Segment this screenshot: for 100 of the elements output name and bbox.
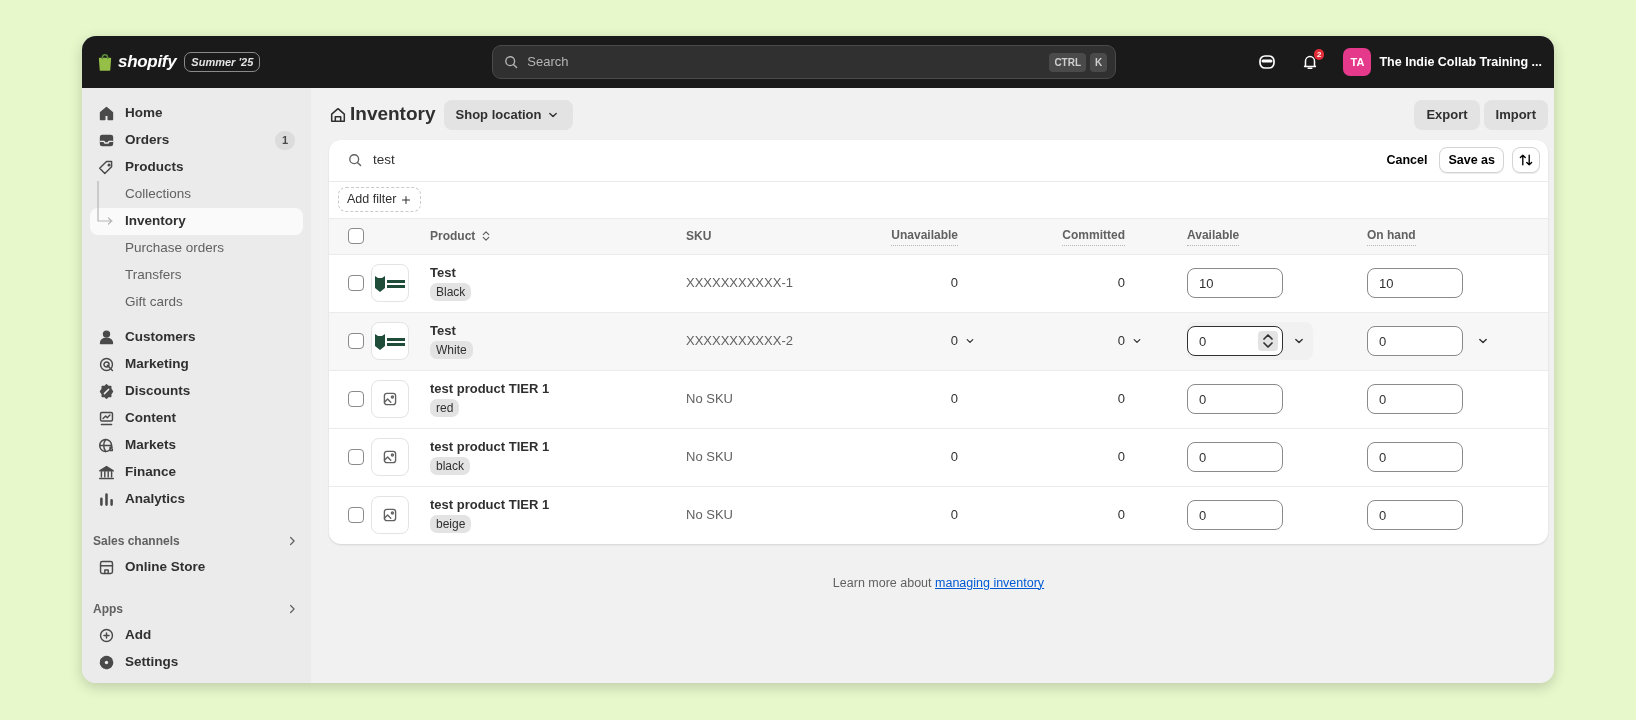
quantity-text: 0 [1117, 449, 1125, 465]
quantity-text: 0 [1117, 275, 1125, 291]
stepper-icon[interactable] [1258, 330, 1278, 352]
column-header: Committed [1062, 226, 1125, 246]
quantity-input[interactable]: 0 [1187, 500, 1283, 530]
sidebar-item[interactable]: Content [90, 405, 303, 432]
inbox-icon [98, 132, 115, 149]
quantity-text: 0 [1117, 333, 1125, 349]
sidebar-item[interactable]: Collections [125, 181, 303, 208]
quantity-input[interactable]: 10 [1367, 268, 1463, 298]
product-name: test product TIER 1 [430, 438, 551, 457]
add-filter-button[interactable]: Add filter [338, 187, 422, 212]
quantity-text: 0 [950, 507, 958, 523]
quantity-text: 0 [950, 391, 958, 407]
sku-text: XXXXXXXXXXX-1 [686, 274, 794, 293]
search-input[interactable]: Search [525, 51, 1046, 73]
page-title: Inventory [350, 103, 436, 127]
footer-note: Learn more about managing inventory [831, 574, 1046, 592]
variant-tag: red [430, 399, 460, 418]
bar-chart-icon [98, 491, 115, 508]
quantity-input[interactable]: 0 [1367, 442, 1463, 472]
person-icon [98, 329, 115, 346]
column-header[interactable]: Product [430, 227, 476, 245]
sku-text: No SKU [686, 506, 734, 525]
product-name: test product TIER 1 [430, 496, 551, 515]
globe-dollar-icon [98, 437, 115, 454]
tag-icon [98, 159, 115, 176]
variant-tag: black [430, 457, 470, 476]
product-name: Test [430, 322, 457, 341]
quantity-input[interactable]: 10 [1187, 268, 1283, 298]
sidebar-item[interactable]: Customers [90, 324, 303, 351]
variant-tag: White [430, 341, 473, 360]
sidebar-item[interactable]: Gift cards [125, 289, 303, 316]
sku-text: XXXXXXXXXXX-2 [686, 332, 794, 351]
sidebar-item[interactable]: Purchase orders [125, 235, 303, 262]
location-button[interactable]: Shop location [443, 100, 574, 130]
column-header: SKU [686, 228, 712, 245]
sidebar-item[interactable]: Finance [90, 459, 303, 486]
store-name[interactable]: The Indie Collab Training ... [1379, 52, 1542, 72]
action-button[interactable]: Export [1414, 100, 1480, 130]
target-icon [98, 356, 115, 373]
row-checkbox[interactable] [348, 275, 364, 291]
quantity-input[interactable]: 0 [1367, 326, 1463, 356]
quantity-text: 0 [950, 333, 958, 349]
quantity-input[interactable]: 0 [1187, 442, 1283, 472]
search-icon [347, 152, 363, 168]
search-bar[interactable]: Search CTRL K [492, 45, 1117, 79]
select-all-checkbox[interactable] [348, 228, 364, 244]
product-name: Test [430, 264, 457, 283]
cancel-button[interactable]: Cancel [1378, 147, 1436, 173]
sidebar-item[interactable]: Transfers [125, 262, 303, 289]
quantity-input[interactable]: 0 [1187, 384, 1283, 414]
edition-badge: Summer '25 [184, 51, 261, 73]
sidebar-item[interactable]: Settings [90, 649, 303, 676]
section-heading: Apps [93, 600, 123, 618]
plus-circle-icon [98, 627, 115, 644]
section-heading: Sales channels [93, 532, 180, 550]
shopping-bag-logo-icon [96, 52, 114, 72]
avatar[interactable]: TA [1343, 48, 1372, 76]
sidebar-item[interactable]: Home [90, 100, 303, 127]
sidebar-item-label: Orders [125, 131, 170, 150]
variant-tag: beige [430, 515, 472, 534]
shortcut-key: CTRL [1049, 52, 1087, 72]
storefront-icon [98, 559, 115, 576]
action-button[interactable]: Import [1483, 100, 1548, 130]
home-icon [98, 105, 115, 122]
quantity-text: 0 [950, 449, 958, 465]
brand-name: shopify [118, 51, 177, 74]
row-checkbox[interactable] [348, 333, 364, 349]
sidebar-item[interactable]: Online Store [90, 554, 303, 581]
search-icon [503, 54, 520, 70]
sidebar-item[interactable]: Products [90, 154, 303, 181]
column-header: On hand [1367, 226, 1416, 246]
managing-inventory-link[interactable]: managing inventory [935, 575, 1045, 590]
quantity-input[interactable]: 0 [1367, 500, 1463, 530]
row-checkbox[interactable] [348, 449, 364, 465]
sidebar-item[interactable]: Discounts [90, 378, 303, 405]
variant-tag: Black [430, 283, 472, 302]
plus-icon [400, 193, 413, 206]
save-as-button[interactable]: Save as [1439, 146, 1504, 174]
column-header: Available [1187, 226, 1240, 246]
shortcut-key: K [1090, 52, 1108, 72]
sort-button[interactable] [1512, 147, 1540, 173]
sidebar-item[interactable]: Analytics [90, 486, 303, 513]
notification-count: 2 [1314, 49, 1325, 60]
bank-icon [98, 464, 115, 481]
discount-badge-icon [98, 383, 115, 400]
sidebar-item[interactable]: Orders 1 [90, 127, 303, 154]
quantity-input[interactable]: 0 [1367, 384, 1463, 414]
sidebar-item[interactable]: Add [90, 622, 303, 649]
count-badge: 1 [274, 131, 295, 150]
sort-arrows-icon [1518, 152, 1534, 168]
product-name: test product TIER 1 [430, 380, 551, 399]
monitor-icon [98, 410, 115, 427]
sidebar-item[interactable]: Marketing [90, 351, 303, 378]
row-checkbox[interactable] [348, 391, 364, 407]
sku-text: No SKU [686, 448, 734, 467]
sidebar-item[interactable]: Markets [90, 432, 303, 459]
store-icon [329, 105, 347, 124]
row-checkbox[interactable] [348, 507, 364, 523]
